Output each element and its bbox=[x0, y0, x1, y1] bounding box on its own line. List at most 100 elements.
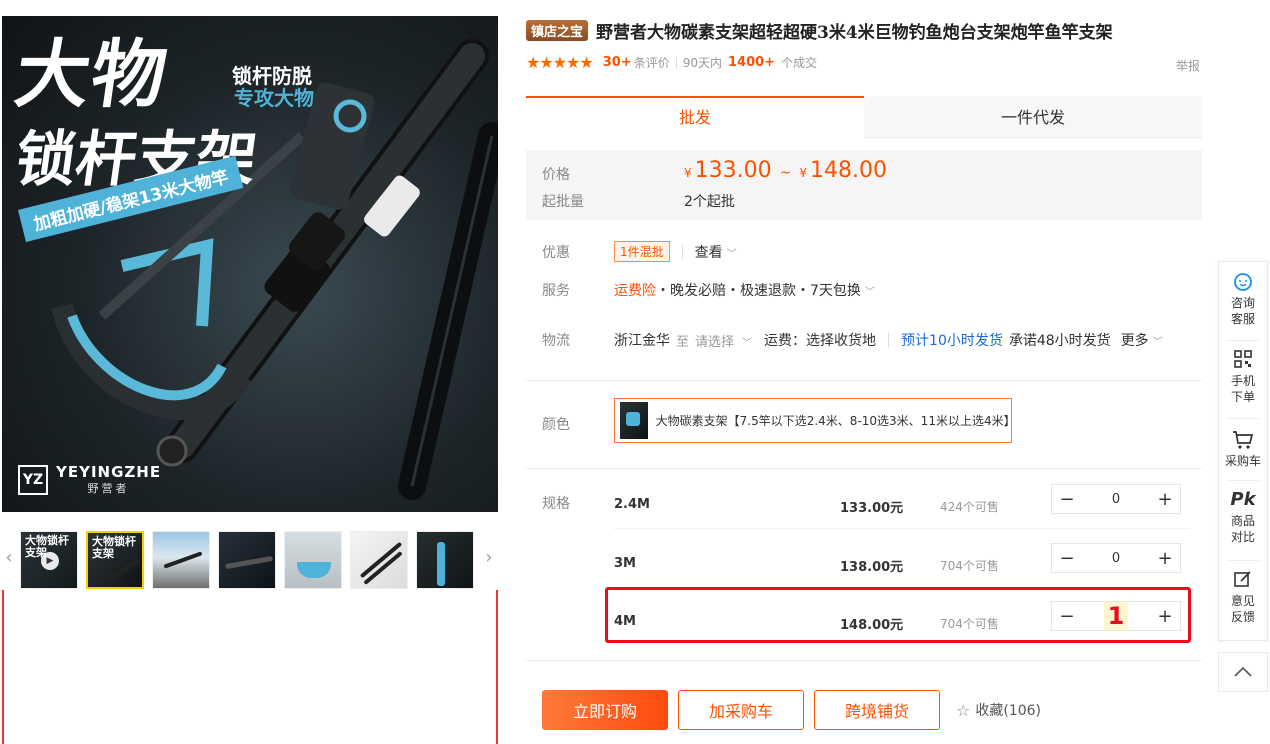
divider bbox=[526, 660, 1202, 661]
divider bbox=[1227, 418, 1259, 419]
quantity-value: 1 bbox=[1103, 602, 1129, 630]
currency-symbol: ¥ bbox=[799, 166, 807, 180]
brand-name-en: YEYINGZHE bbox=[56, 463, 162, 481]
feedback-button[interactable]: 意见 反馈 bbox=[1219, 570, 1267, 625]
min-order-value: 2个起批 bbox=[684, 194, 735, 210]
gallery-frame bbox=[2, 590, 498, 744]
tab-wholesale[interactable]: 批发 bbox=[526, 96, 864, 138]
spec-label: 规格 bbox=[542, 496, 570, 512]
divider bbox=[1227, 340, 1259, 341]
ship-time[interactable]: 预计10小时发货 bbox=[901, 330, 1003, 350]
minus-button[interactable]: − bbox=[1052, 485, 1082, 513]
qr-code-icon bbox=[1219, 350, 1267, 370]
color-row: 颜色 bbox=[542, 414, 614, 434]
plus-button[interactable]: + bbox=[1150, 485, 1180, 513]
sold-count: 1400+ bbox=[728, 55, 776, 70]
spec-row-selected: 4M 148.00元 704个可售 − 1 + bbox=[614, 601, 1190, 646]
color-option-selected[interactable]: 大物碳素支架【7.5竿以下选2.4米、8-10选3米、11米以上选4米】 bbox=[614, 398, 1016, 443]
customer-service-button[interactable]: 咨询 客服 bbox=[1219, 272, 1267, 327]
spec-row: 3M 138.00元 704个可售 − 0 + bbox=[614, 543, 1190, 588]
price-label: 价格 bbox=[542, 167, 570, 183]
destination-select[interactable]: 请选择 ﹀ bbox=[695, 331, 752, 350]
divider bbox=[888, 333, 890, 347]
service-row: 服务 运费险 ・晚发必赔・极速退款・7天包换 ﹀ bbox=[542, 280, 875, 300]
plus-button[interactable]: + bbox=[1150, 544, 1180, 572]
rod-graphic bbox=[224, 555, 274, 570]
thumb-prev-icon[interactable]: ‹ bbox=[2, 532, 16, 582]
chat-icon bbox=[1219, 272, 1267, 292]
thumbnail-caption: 大物锁杆支架 bbox=[92, 535, 136, 560]
hero-title-1: 大物 bbox=[9, 32, 175, 118]
spec-stock: 704个可售 bbox=[940, 617, 999, 631]
thumbnail-active[interactable]: 大物锁杆支架 bbox=[86, 531, 144, 589]
rod-graphic bbox=[163, 551, 203, 569]
offer-view-link[interactable]: 查看 ﹀ bbox=[695, 242, 737, 262]
toolbar-label: 意见 bbox=[1230, 594, 1255, 608]
thumbnail[interactable] bbox=[350, 531, 408, 589]
shop-badge: 镇店之宝 bbox=[526, 20, 589, 41]
mobile-order-button[interactable]: 手机 下单 bbox=[1219, 350, 1267, 405]
spec-price: 138.00元 bbox=[840, 560, 904, 575]
price-low: 133.00 bbox=[694, 158, 772, 183]
add-to-cart-button[interactable]: 加采购车 bbox=[678, 690, 804, 730]
logistics-label: 物流 bbox=[542, 333, 570, 349]
divider bbox=[675, 56, 677, 69]
edit-icon bbox=[1219, 570, 1267, 590]
quantity-input[interactable]: 0 bbox=[1082, 544, 1150, 572]
thumbnail[interactable] bbox=[416, 531, 474, 589]
destination-placeholder: 请选择 bbox=[695, 334, 735, 350]
plus-button[interactable]: + bbox=[1150, 602, 1180, 630]
thumbnail-strip: ‹ 大物锁杆支架 ▶ 大物锁杆支架 › bbox=[2, 512, 498, 590]
minus-button[interactable]: − bbox=[1052, 544, 1082, 572]
price-box: 价格 ¥ 133.00 ~ ¥ 148.00 起批量 2个起批 bbox=[526, 150, 1202, 220]
star-outline-icon: ☆ bbox=[956, 700, 971, 720]
cart-button[interactable]: 采购车 bbox=[1219, 430, 1267, 469]
product-main-image[interactable]: 大物 锁杆支架 锁杆防脱 专攻大物 加粗加硬/稳架13米大物竿 YZ YEYIN… bbox=[2, 16, 498, 512]
compare-button[interactable]: Pk 商品 对比 bbox=[1219, 490, 1267, 545]
chevron-down-icon: ﹀ bbox=[726, 248, 737, 260]
toolbar-label: 采购车 bbox=[1224, 454, 1261, 468]
rating-stars-icon: ★★★★★ bbox=[526, 53, 594, 72]
spec-stock: 424个可售 bbox=[940, 500, 999, 514]
spec-price: 148.00元 bbox=[840, 618, 904, 633]
toolbar-label: 咨询 bbox=[1230, 296, 1255, 310]
quantity-input[interactable]: 0 bbox=[1082, 485, 1150, 513]
logistics-more[interactable]: 更多 ﹀ bbox=[1121, 330, 1163, 350]
spec-row: 2.4M 133.00元 424个可售 − 0 + bbox=[614, 484, 1190, 529]
thumbnail[interactable] bbox=[152, 531, 210, 589]
service-label: 服务 bbox=[542, 283, 570, 299]
report-link[interactable]: 举报 bbox=[1176, 57, 1200, 74]
toolbar-label: 手机 bbox=[1230, 374, 1255, 388]
back-to-top-button[interactable] bbox=[1218, 652, 1268, 692]
product-title: 野营者大物碳素支架超轻超硬3米4米巨物钓鱼炮台支架炮竿鱼竿支架 bbox=[596, 23, 1113, 43]
review-count[interactable]: 30+ bbox=[603, 55, 632, 70]
color-option-label: 大物碳素支架【7.5竿以下选2.4米、8-10选3米、11米以上选4米】 bbox=[655, 414, 1016, 428]
chevron-down-icon: ﹀ bbox=[1152, 337, 1163, 348]
purchase-mode-tabs: 批发 一件代发 bbox=[526, 96, 1202, 138]
thumbnail[interactable] bbox=[284, 531, 342, 589]
divider bbox=[1227, 480, 1259, 481]
chevron-down-icon[interactable]: ﹀ bbox=[865, 283, 875, 298]
quantity-input[interactable]: 1 bbox=[1082, 602, 1150, 630]
thumbnail-video[interactable]: 大物锁杆支架 ▶ bbox=[20, 531, 78, 589]
toolbar-label: 下单 bbox=[1230, 390, 1255, 404]
offer-tag: 1件混批 bbox=[614, 241, 670, 262]
buy-now-button[interactable]: 立即订购 bbox=[542, 690, 668, 730]
thumbnail[interactable] bbox=[218, 531, 276, 589]
rod-graphic bbox=[359, 541, 403, 579]
cross-border-button[interactable]: 跨境铺货 bbox=[814, 690, 940, 730]
divider bbox=[526, 468, 1202, 469]
tab-dropship[interactable]: 一件代发 bbox=[864, 96, 1202, 138]
thumb-next-icon[interactable]: › bbox=[482, 532, 496, 582]
price-high: 148.00 bbox=[810, 158, 887, 183]
play-icon: ▶ bbox=[41, 552, 59, 570]
rod-graphic bbox=[105, 556, 141, 584]
price-range: ¥ 133.00 ~ ¥ 148.00 bbox=[684, 158, 887, 183]
minus-button[interactable]: − bbox=[1052, 602, 1082, 630]
chevron-up-icon bbox=[1234, 667, 1252, 677]
favorite-button[interactable]: ☆ 收藏(106) bbox=[956, 700, 1041, 720]
compare-icon: Pk bbox=[1230, 489, 1256, 510]
brand-name-cn: 野营者 bbox=[87, 482, 130, 495]
freight-label: 运费：选择收货地 bbox=[764, 333, 877, 349]
freight-insurance[interactable]: 运费险 bbox=[614, 280, 656, 300]
